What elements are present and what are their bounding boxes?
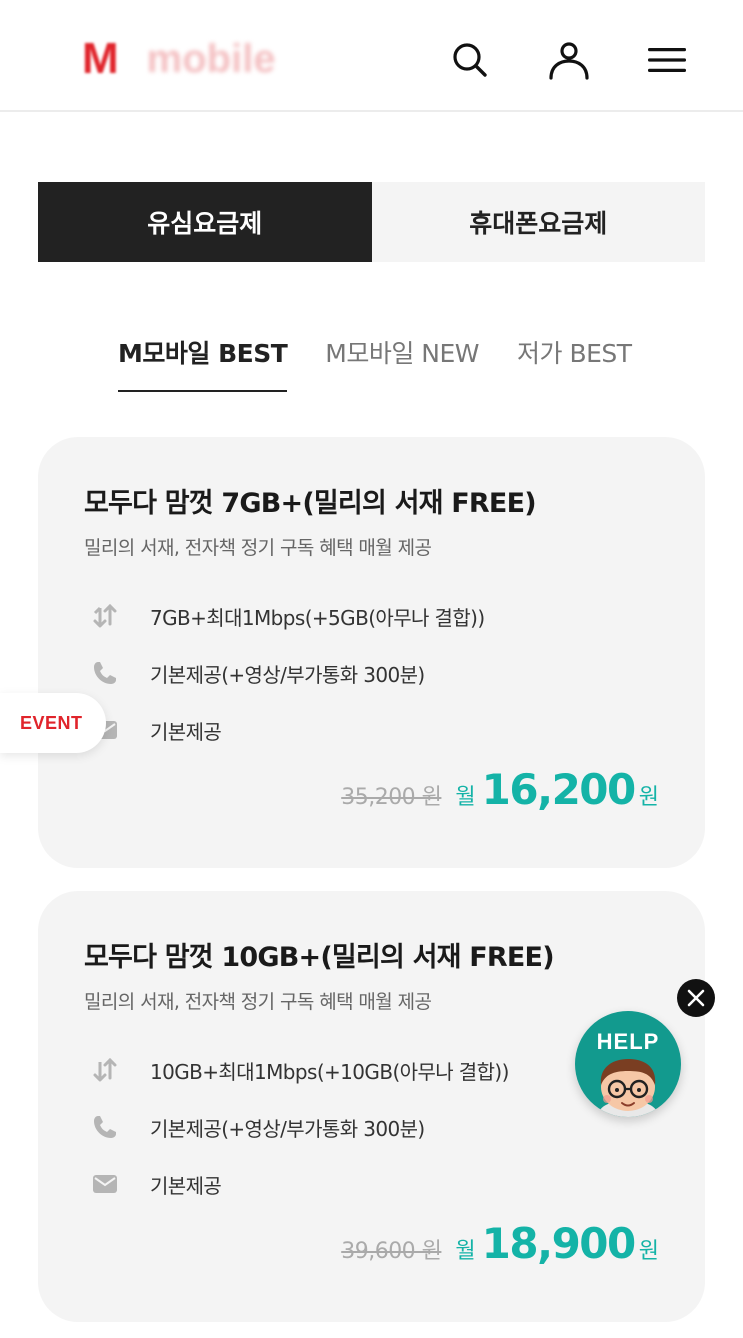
plan-sms-text: 기본제공 <box>150 719 222 744</box>
plan-voice-text: 기본제공(+영상/부가통화 300분) <box>150 1116 425 1141</box>
month-label: 월 <box>455 785 476 810</box>
data-transfer-icon <box>90 601 120 631</box>
help-close-button[interactable] <box>677 979 715 1017</box>
currency-label: 원 <box>638 785 659 810</box>
brand-logo[interactable]: M mobile <box>82 34 276 84</box>
month-label: 월 <box>455 1239 476 1264</box>
plan-category-tabs: M모바일 BEST M모바일 NEW 저가 BEST <box>118 326 670 392</box>
search-button[interactable] <box>448 38 492 82</box>
plan-voice-row: 기본제공(+영상/부가통화 300분) <box>90 658 425 688</box>
plan-price: 39,600 원 월 18,900 원 <box>341 1219 659 1268</box>
menu-icon <box>648 48 686 72</box>
plan-subtitle: 밀리의 서재, 전자책 정기 구독 혜택 매월 제공 <box>84 991 432 1013</box>
close-icon <box>687 989 705 1007</box>
logo-text: mobile <box>146 36 276 81</box>
plan-sms-row: 기본제공 <box>90 1169 222 1199</box>
sale-price: 18,900 <box>481 1219 637 1268</box>
plan-title: 모두다 맘껏 7GB+(밀리의 서재 FREE) <box>84 488 537 519</box>
plan-voice-row: 기본제공(+영상/부가통화 300분) <box>90 1112 425 1142</box>
my-page-button[interactable] <box>547 38 591 82</box>
plan-subtitle: 밀리의 서재, 전자책 정기 구독 혜택 매월 제공 <box>84 537 432 559</box>
plan-card[interactable]: 모두다 맘껏 7GB+(밀리의 서재 FREE) 밀리의 서재, 전자책 정기 … <box>38 437 705 868</box>
tab-phone-plans[interactable]: 휴대폰요금제 <box>371 182 705 262</box>
plan-data-text: 10GB+최대1Mbps(+10GB(아무나 결합)) <box>150 1059 509 1084</box>
tab-m-mobile-best[interactable]: M모바일 BEST <box>118 326 288 392</box>
plan-price: 35,200 원 월 16,200 원 <box>341 765 659 814</box>
plan-data-row: 7GB+최대1Mbps(+5GB(아무나 결합)) <box>90 601 485 631</box>
plan-voice-text: 기본제공(+영상/부가통화 300분) <box>150 662 425 687</box>
sale-price: 16,200 <box>481 765 637 814</box>
plan-data-text: 7GB+최대1Mbps(+5GB(아무나 결합)) <box>150 605 485 630</box>
currency-label: 원 <box>638 1239 659 1264</box>
event-floating-button[interactable]: EVENT <box>0 693 106 753</box>
logo-mark: M <box>82 34 119 83</box>
search-icon <box>453 43 487 77</box>
data-transfer-icon <box>90 1055 120 1085</box>
phone-icon <box>90 658 120 688</box>
menu-button[interactable] <box>645 38 689 82</box>
plan-data-row: 10GB+최대1Mbps(+10GB(아무나 결합)) <box>90 1055 509 1085</box>
plan-title: 모두다 맘껏 10GB+(밀리의 서재 FREE) <box>84 942 555 973</box>
help-chatbot-button[interactable]: HELP <box>575 1011 681 1117</box>
top-header: M mobile <box>0 0 743 112</box>
plan-type-tabs: 유심요금제 휴대폰요금제 <box>38 182 705 262</box>
original-price: 35,200 원 <box>341 785 442 810</box>
help-character-icon <box>597 1059 659 1117</box>
plan-sms-text: 기본제공 <box>150 1173 222 1198</box>
phone-icon <box>90 1112 120 1142</box>
tab-usim-plans[interactable]: 유심요금제 <box>38 182 372 262</box>
original-price: 39,600 원 <box>341 1239 442 1264</box>
mail-icon <box>90 1169 120 1199</box>
user-icon <box>549 42 589 80</box>
tab-low-price-best[interactable]: 저가 BEST <box>517 326 632 392</box>
tab-m-mobile-new[interactable]: M모바일 NEW <box>325 326 479 392</box>
event-label: EVENT <box>20 712 83 733</box>
